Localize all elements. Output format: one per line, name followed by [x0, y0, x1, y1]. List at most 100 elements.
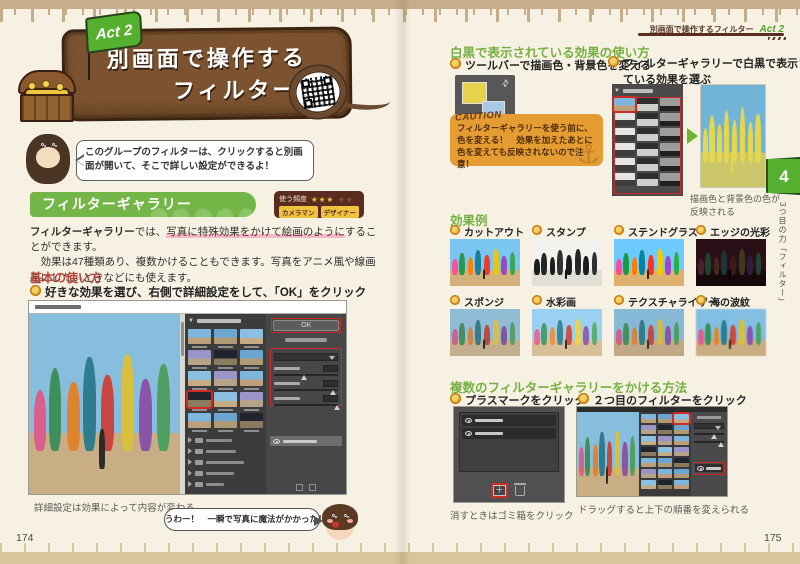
filter-thumbnail[interactable]	[187, 413, 212, 432]
filter-thumbnail[interactable]	[657, 414, 673, 423]
filter-thumbnail[interactable]	[660, 113, 681, 126]
filter-thumbnail[interactable]	[641, 480, 656, 489]
slider[interactable]	[274, 404, 341, 410]
filter-thumbnail[interactable]	[657, 480, 673, 489]
filter-thumbnail[interactable]	[187, 350, 212, 369]
ok-button-highlight: OK	[271, 318, 342, 333]
effect-dropdown[interactable]	[694, 423, 724, 430]
trash-icon[interactable]	[514, 483, 526, 496]
filter-thumbnail[interactable]	[657, 469, 673, 478]
caution-label: CAUTION	[454, 109, 503, 124]
filter-thumbnail[interactable]	[614, 158, 635, 171]
filter-thumbnail[interactable]	[240, 350, 264, 369]
filter-thumbnail[interactable]	[657, 458, 673, 467]
filter-thumbnail[interactable]	[674, 469, 689, 478]
bw-result-caption: 描画色と背景色の色が 反映される	[690, 194, 781, 218]
eye-icon[interactable]	[465, 431, 472, 436]
filter-thumbnail[interactable]	[657, 436, 673, 445]
filter-thumbnail[interactable]	[660, 158, 681, 171]
filter-thumbnail[interactable]	[214, 350, 238, 369]
filter-thumbnail[interactable]	[614, 143, 635, 156]
slider[interactable]	[274, 374, 338, 380]
category-header[interactable]: ▼	[188, 316, 264, 326]
filter-thumbnail[interactable]	[637, 143, 658, 156]
category-row[interactable]	[187, 447, 264, 455]
eye-icon[interactable]	[465, 418, 472, 423]
effect-dropdown[interactable]	[274, 353, 338, 361]
filter-thumbnail[interactable]	[214, 413, 238, 432]
filter-thumbnail[interactable]	[674, 458, 689, 467]
filter-thumbnail[interactable]	[637, 158, 658, 171]
slider[interactable]	[694, 441, 724, 447]
filter-thumbnail[interactable]	[641, 414, 656, 423]
filter-thumbnail[interactable]	[641, 425, 656, 434]
swap-colors-icon[interactable]: ⇄	[500, 77, 513, 90]
filter-thumbnail[interactable]	[240, 371, 264, 390]
filter-thumbnail[interactable]	[185, 390, 214, 411]
plus-icon[interactable]: ＋	[493, 485, 506, 496]
category-row[interactable]	[187, 458, 264, 466]
filter-thumbnail[interactable]	[187, 329, 212, 348]
filter-thumbnail[interactable]	[214, 371, 238, 390]
category-row[interactable]	[187, 469, 264, 477]
applied-filter-layer-row[interactable]	[270, 436, 342, 446]
filter-thumbnail[interactable]	[240, 392, 264, 411]
cancel-button[interactable]	[285, 338, 328, 342]
category-row[interactable]	[187, 480, 264, 488]
filter-thumbnail[interactable]	[637, 128, 658, 141]
filter-thumbnail[interactable]	[660, 143, 681, 156]
filter-thumbnail[interactable]	[674, 480, 689, 489]
applied-filter-layer-row[interactable]	[695, 464, 723, 472]
filter-thumbnail[interactable]	[674, 436, 689, 445]
filter-thumbnail[interactable]	[674, 447, 689, 456]
delete-effect-layer-icon[interactable]	[309, 484, 317, 491]
value-field[interactable]	[323, 365, 338, 372]
effect-example: 海の波紋	[696, 294, 766, 364]
ok-button[interactable]: OK	[273, 320, 340, 331]
filter-thumbnail[interactable]	[660, 98, 681, 111]
eye-icon[interactable]	[697, 465, 704, 471]
step-bullet-icon	[696, 295, 706, 305]
filter-thumbnail[interactable]	[612, 96, 637, 113]
filter-thumbnail[interactable]	[614, 173, 635, 186]
filter-thumbnail[interactable]	[657, 425, 673, 434]
new-effect-layer-icon[interactable]	[296, 484, 304, 491]
filter-thumbnail[interactable]	[614, 113, 635, 126]
effect-image-ocean-ripple	[696, 309, 766, 356]
slider[interactable]	[274, 389, 338, 395]
eye-icon[interactable]	[273, 438, 281, 444]
page-number-left: 174	[16, 532, 34, 544]
effect-layer-row[interactable]	[462, 415, 556, 426]
trash-caption: 消すときはゴミ箱をクリック	[450, 511, 574, 522]
filter-thumbnail[interactable]	[614, 128, 635, 141]
filter-thumbnail[interactable]	[641, 436, 656, 445]
filter-thumbnail[interactable]	[187, 371, 212, 390]
bw-filter-thumbnails[interactable]	[612, 96, 681, 186]
filter-thumbnail[interactable]	[240, 329, 264, 348]
filter-thumbnail[interactable]	[641, 469, 656, 478]
slider[interactable]	[694, 433, 724, 439]
filter-category-list	[187, 436, 264, 488]
folder-icon	[194, 448, 203, 454]
filter-thumbnail[interactable]	[660, 128, 681, 141]
value-field[interactable]	[323, 380, 338, 387]
filter-thumbnail[interactable]	[637, 173, 658, 186]
filter-thumbnail[interactable]	[240, 413, 264, 432]
collapse-icon[interactable]: ▼	[188, 318, 194, 324]
filter-thumbnail[interactable]	[657, 447, 673, 456]
effect-layer-row[interactable]	[462, 428, 556, 439]
value-field[interactable]	[323, 395, 338, 402]
filter-thumbnail[interactable]	[660, 173, 681, 186]
step-bullet-icon	[614, 225, 624, 235]
filter-thumbnails[interactable]	[185, 329, 264, 432]
filter-thumbnail[interactable]	[641, 458, 656, 467]
filter-thumbnail[interactable]	[637, 98, 658, 111]
filter-thumbnail[interactable]	[672, 412, 691, 425]
filter-thumbnail[interactable]	[637, 113, 658, 126]
filter-thumbnail[interactable]	[214, 329, 238, 348]
filter-thumbnail[interactable]	[674, 425, 689, 434]
filter-thumbnail[interactable]	[214, 392, 238, 411]
filter-thumbnail[interactable]	[641, 447, 656, 456]
filter-thumbnails[interactable]	[641, 412, 691, 489]
category-row[interactable]	[187, 436, 264, 444]
